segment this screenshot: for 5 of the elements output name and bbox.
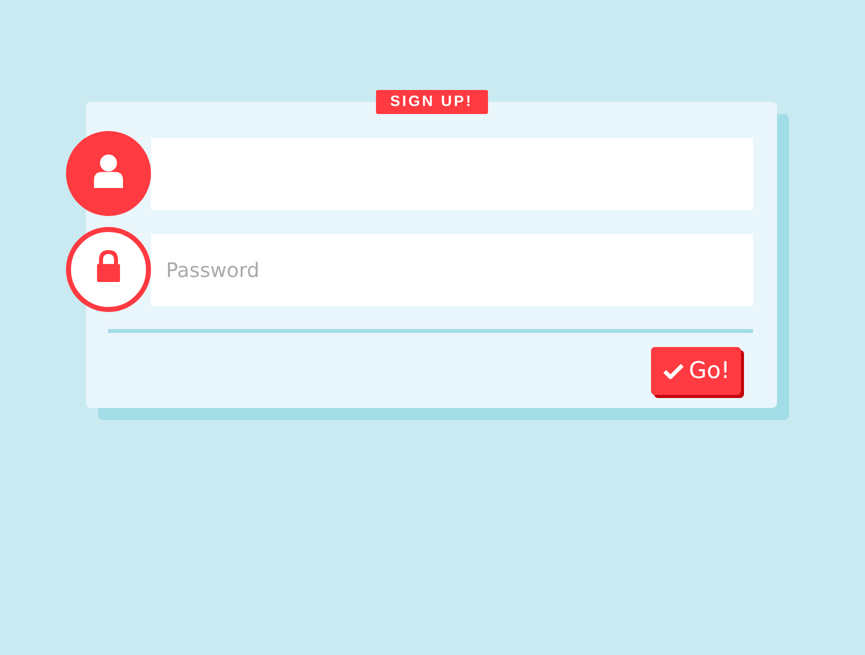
submit-button[interactable]: Go! xyxy=(650,347,741,395)
checkmark-icon xyxy=(662,363,684,379)
password-field[interactable]: Password xyxy=(151,234,753,306)
username-field[interactable] xyxy=(151,138,753,210)
sign-up-badge: SIGN UP! xyxy=(376,90,488,114)
